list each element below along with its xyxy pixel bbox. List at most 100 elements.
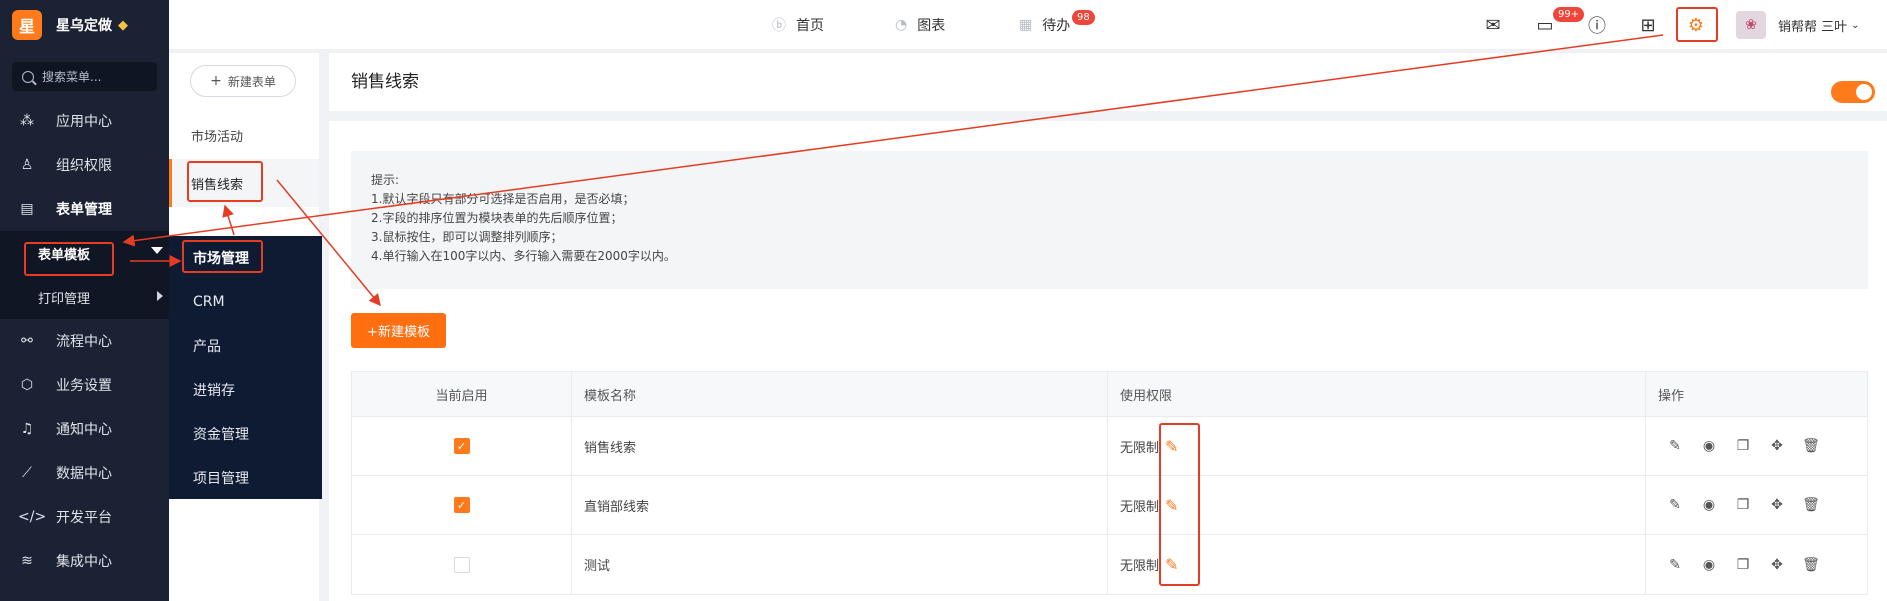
main-content: 销售线索 提示: 1.默认字段只有部分可选择是否启用，是否必填； 2.字段的排序… <box>329 53 1887 601</box>
sidebar-item-flow-center[interactable]: ⚯ 流程中心 <box>0 319 169 363</box>
todo-count-badge: 98 <box>1072 10 1095 25</box>
annotation-box <box>187 161 263 202</box>
flyout-item-label: 项目管理 <box>193 471 249 487</box>
actions-cell: ✎ ◉ ❐ ✥ 🗑 <box>1646 417 1867 475</box>
column-header: 操作 <box>1658 388 1685 404</box>
menu-search-input[interactable]: 搜索菜单... <box>12 62 157 91</box>
brand: 星 星乌定做 ◆ <box>0 0 169 50</box>
table-row: 测试 无限制 ✎ ✎ ◉ ❐ ✥ 🗑 <box>352 535 1867 594</box>
new-form-label: 新建表单 <box>227 74 276 89</box>
copy-icon[interactable]: ❐ <box>1726 438 1760 454</box>
edit-icon[interactable]: ✎ <box>1658 438 1692 454</box>
search-icon <box>22 70 34 83</box>
mail-icon[interactable]: ✉ <box>1480 12 1506 38</box>
flyout-item-crm[interactable]: CRM <box>169 280 322 324</box>
grid-icon[interactable]: ⊞ <box>1635 12 1661 38</box>
edit-icon[interactable]: ✎ <box>1658 557 1692 573</box>
tips-line: 2.字段的排序位置为模块表单的先后顺序位置； <box>371 211 623 225</box>
message-count-badge: 99+ <box>1553 7 1585 22</box>
table-row: ✓ 直销部线索 无限制 ✎ ✎ ◉ ❐ ✥ 🗑 <box>352 476 1867 535</box>
search-placeholder: 搜索菜单... <box>42 70 102 84</box>
sidebar-item-dev-platform[interactable]: </> 开发平台 <box>0 495 169 539</box>
brand-logo: 星 <box>12 10 42 40</box>
trash-icon[interactable]: 🗑 <box>1794 557 1828 573</box>
sidebar-item-integration-center[interactable]: ≋ 集成中心 <box>0 539 169 583</box>
plus-icon: + <box>210 73 222 89</box>
eye-icon[interactable]: ◉ <box>1692 497 1726 513</box>
permission-text: 无限制 <box>1120 559 1160 574</box>
flyout-item-funds[interactable]: 资金管理 <box>169 412 322 456</box>
enabled-checkbox[interactable] <box>453 556 470 573</box>
caret-right-icon <box>157 291 163 301</box>
column-header: 模板名称 <box>572 372 1108 416</box>
chart-icon: ⟋ <box>22 465 32 481</box>
tips-line: 4.单行输入在100字以内、多行输入需要在2000字以内。 <box>371 249 676 263</box>
flyout-item-label: CRM <box>193 294 225 310</box>
form-item-label: 市场活动 <box>191 129 244 145</box>
flyout-item-label: 进销存 <box>193 383 235 399</box>
sidebar-item-app-center[interactable]: ⁂ 应用中心 <box>0 99 169 143</box>
help-icon[interactable]: ⓘ <box>1584 12 1610 38</box>
sidebar-item-label: 开发平台 <box>56 510 112 526</box>
pie-chart-icon: ◔ <box>895 17 908 33</box>
tips-panel: 提示: 1.默认字段只有部分可选择是否启用，是否必填； 2.字段的排序位置为模块… <box>351 151 1868 289</box>
user-menu[interactable]: 销帮帮 三叶 ⌄ <box>1778 16 1860 35</box>
sidebar-item-label: 表单管理 <box>56 202 112 218</box>
sidebar: 星 星乌定做 ◆ 搜索菜单... ⁂ 应用中心 ♙ 组织权限 ▤ 表单管理 表单… <box>0 0 169 601</box>
copy-icon[interactable]: ❐ <box>1726 557 1760 573</box>
avatar[interactable]: ❀ <box>1736 11 1766 39</box>
sidebar-item-data-center[interactable]: ⟋ 数据中心 <box>0 451 169 495</box>
column-header: 当前启用 <box>352 372 572 416</box>
eye-icon[interactable]: ◉ <box>1692 438 1726 454</box>
calendar-icon: ▦ <box>1019 17 1033 33</box>
flyout-item-inventory[interactable]: 进销存 <box>169 368 322 412</box>
permission-text: 无限制 <box>1120 440 1160 456</box>
top-bar: ⓑ 首页 ◔ 图表 ▦ 待办 98 ✉ ▭ 99+ ⓘ ⊞ ⚙ ❀ 销帮帮 三叶… <box>169 0 1887 50</box>
user-icon: ♙ <box>20 157 34 173</box>
actions-cell: ✎ ◉ ❐ ✥ 🗑 <box>1646 476 1867 534</box>
permission-text: 无限制 <box>1120 499 1160 515</box>
enabled-cell: ✓ <box>352 417 572 475</box>
sidebar-item-label: 应用中心 <box>56 114 112 130</box>
sidebar-item-form-management[interactable]: ▤ 表单管理 <box>0 187 169 231</box>
sidebar-item-label: 组织权限 <box>56 158 112 174</box>
sidebar-item-business-settings[interactable]: ⬡ 业务设置 <box>0 363 169 407</box>
new-form-button[interactable]: + 新建表单 <box>190 65 296 97</box>
nav-home-label: 首页 <box>796 18 824 34</box>
template-name: 直销部线索 <box>572 476 1108 534</box>
annotation-box <box>182 240 263 273</box>
column-header: 使用权限 <box>1108 372 1646 416</box>
flyout-item-projects[interactable]: 项目管理 <box>169 456 322 500</box>
brand-name: 星乌定做 <box>56 18 112 34</box>
flyout-item-label: 产品 <box>193 339 221 355</box>
trash-icon[interactable]: 🗑 <box>1794 438 1828 454</box>
user-name: 销帮帮 三叶 <box>1778 20 1848 35</box>
nav-todo[interactable]: ▦ 待办 <box>1019 0 1070 50</box>
nav-charts[interactable]: ◔ 图表 <box>895 0 945 50</box>
move-icon[interactable]: ✥ <box>1760 438 1794 454</box>
sidebar-subitem-print-management[interactable]: 打印管理 <box>0 275 169 319</box>
annotation-box <box>24 242 114 276</box>
copy-icon[interactable]: ❐ <box>1726 497 1760 513</box>
trash-icon[interactable]: 🗑 <box>1794 497 1828 513</box>
module-enable-toggle[interactable] <box>1831 81 1875 103</box>
sidebar-item-notification-center[interactable]: ♫ 通知中心 <box>0 407 169 451</box>
edit-icon[interactable]: ✎ <box>1658 497 1692 513</box>
sidebar-item-label: 流程中心 <box>56 334 112 350</box>
flyout-item-product[interactable]: 产品 <box>169 324 322 368</box>
template-table: 当前启用 模板名称 使用权限 操作 ✓ 销售线索 无限制 ✎ ✎ ◉ ❐ ✥ 🗑 <box>351 371 1868 595</box>
apps-icon: ⁂ <box>20 113 34 129</box>
page-title: 销售线索 <box>351 72 419 92</box>
form-item-market-activity[interactable]: 市场活动 <box>169 111 319 159</box>
enabled-checkbox[interactable]: ✓ <box>453 438 470 454</box>
enabled-checkbox[interactable]: ✓ <box>453 497 470 513</box>
flyout-item-label: 资金管理 <box>193 427 249 443</box>
sidebar-item-org-permissions[interactable]: ♙ 组织权限 <box>0 143 169 187</box>
sidebar-item-label: 集成中心 <box>56 554 112 570</box>
eye-icon[interactable]: ◉ <box>1692 557 1726 573</box>
home-icon: ⓑ <box>772 18 786 34</box>
nav-home[interactable]: ⓑ 首页 <box>772 0 824 50</box>
move-icon[interactable]: ✥ <box>1760 557 1794 573</box>
move-icon[interactable]: ✥ <box>1760 497 1794 513</box>
new-template-button[interactable]: +新建模板 <box>351 313 446 348</box>
